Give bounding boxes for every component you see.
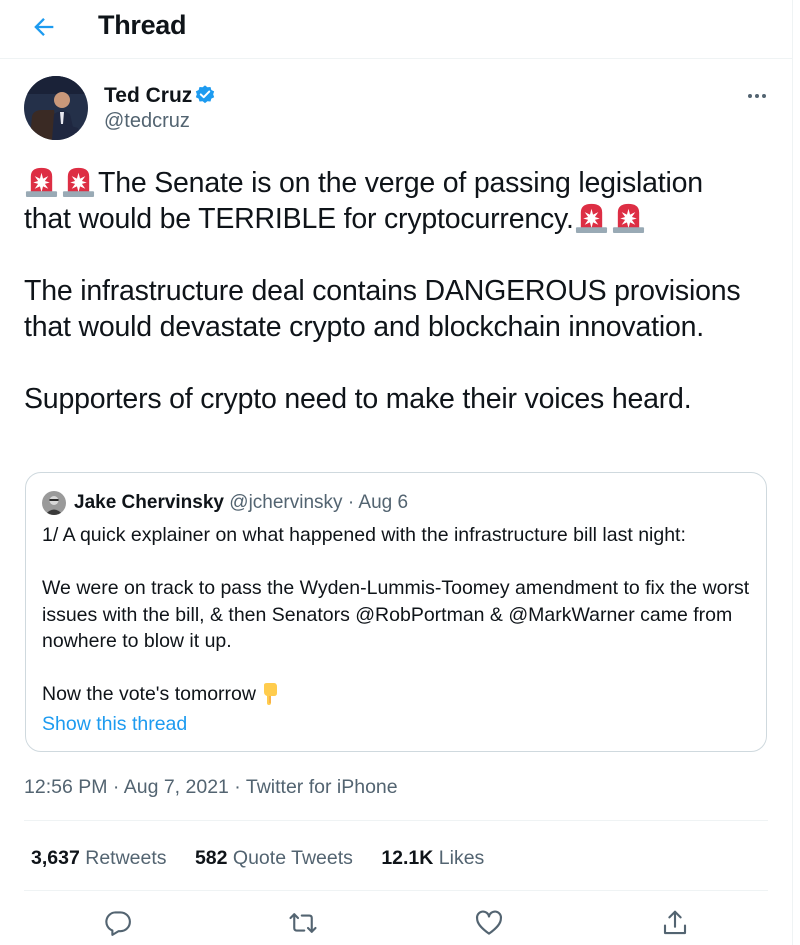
page-title: Thread	[98, 10, 187, 40]
like-icon[interactable]	[474, 908, 504, 938]
retweets-count: 3,637	[31, 847, 80, 869]
quoted-paragraph-1: 1/ A quick explainer on what happened wi…	[42, 524, 686, 546]
top-bar: Thread	[0, 0, 792, 59]
back-arrow-icon[interactable]	[30, 13, 58, 41]
quoted-paragraph-2: We were on track to pass the Wyden-Lummi…	[42, 577, 750, 652]
divider	[24, 820, 768, 821]
retweet-icon[interactable]	[288, 908, 318, 938]
engagement-stats: 3,637 Retweets 582 Quote Tweets 12.1K Li…	[31, 847, 507, 870]
quote-tweets-label: Quote Tweets	[232, 847, 353, 869]
quoted-author-avatar	[42, 491, 66, 515]
police-light-emoji	[611, 201, 646, 234]
tweet-paragraph-3: Supporters of crypto need to make their …	[24, 383, 692, 415]
show-this-thread-link[interactable]: Show this thread	[42, 713, 187, 736]
tweet-line-2: that would be TERRIBLE for cryptocurrenc…	[24, 203, 574, 235]
divider	[24, 890, 768, 891]
retweets-stat[interactable]: 3,637 Retweets	[31, 847, 167, 869]
more-icon[interactable]	[744, 86, 770, 106]
author-name[interactable]: Ted Cruz	[104, 84, 192, 108]
reply-icon[interactable]	[103, 908, 133, 938]
tweet-timestamp[interactable]: 12:56 PM · Aug 7, 2021 · Twitter for iPh…	[24, 776, 398, 799]
police-light-emoji	[24, 165, 59, 198]
quoted-separator: ·	[347, 492, 355, 513]
quoted-tweet-header: Jake Chervinsky @jchervinsky · Aug 6	[74, 492, 408, 514]
avatar[interactable]	[24, 76, 88, 140]
quoted-author-name: Jake Chervinsky	[74, 492, 224, 513]
quoted-paragraph-3: Now the vote's tomorrow	[42, 681, 757, 708]
point-down-emoji	[263, 683, 277, 705]
tweet-text: The Senate is on the verge of passing le…	[24, 165, 774, 417]
verified-badge-icon	[195, 85, 215, 104]
tweet-line-1: The Senate is on the verge of passing le…	[98, 167, 703, 199]
tweet-paragraph-1: The Senate is on the verge of passing le…	[24, 165, 774, 237]
quoted-author-handle: @jchervinsky	[229, 492, 343, 513]
author-handle[interactable]: @tedcruz	[104, 110, 190, 133]
share-icon[interactable]	[660, 908, 690, 938]
likes-label: Likes	[438, 847, 485, 869]
column-divider	[792, 0, 793, 945]
retweets-label: Retweets	[85, 847, 167, 869]
quoted-date: Aug 6	[358, 492, 409, 513]
quoted-tweet-text: 1/ A quick explainer on what happened wi…	[42, 522, 757, 708]
police-light-emoji	[61, 165, 96, 198]
likes-stat[interactable]: 12.1K Likes	[381, 847, 484, 869]
tweet-paragraph-2: The infrastructure deal contains DANGERO…	[24, 275, 741, 343]
quoted-paragraph-3-text: Now the vote's tomorrow	[42, 683, 256, 705]
quote-tweets-stat[interactable]: 582 Quote Tweets	[195, 847, 353, 869]
police-light-emoji	[574, 201, 609, 234]
quote-tweets-count: 582	[194, 847, 228, 869]
quoted-tweet-card[interactable]: Jake Chervinsky @jchervinsky · Aug 6 1/ …	[25, 472, 767, 752]
likes-count: 12.1K	[381, 847, 434, 869]
